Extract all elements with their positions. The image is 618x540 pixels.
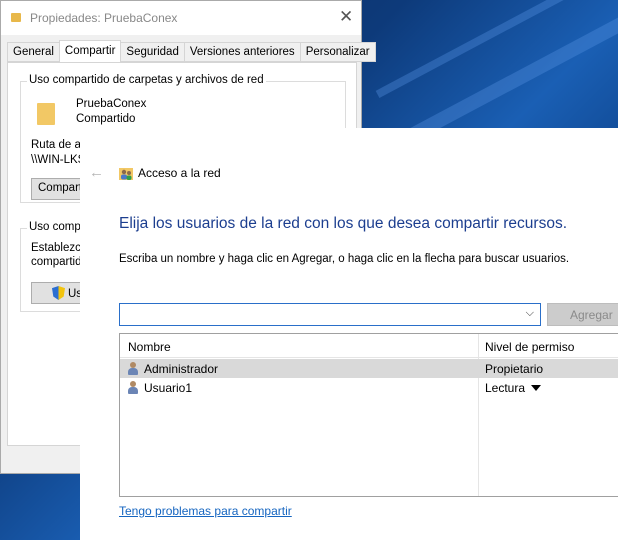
user-name-combobox[interactable]: ⌵ [119, 303, 541, 326]
close-icon[interactable]: ✕ [339, 7, 353, 27]
tab-seguridad[interactable]: Seguridad [120, 42, 185, 62]
tab-versiones-anteriores[interactable]: Versiones anteriores [183, 42, 301, 62]
uac-shield-icon [52, 286, 65, 300]
column-header-name[interactable]: Nombre [128, 340, 171, 354]
dialog-title: Acceso a la red [138, 166, 221, 180]
folder-status: Compartido [76, 113, 136, 125]
network-users-icon [119, 168, 133, 180]
add-button[interactable]: Agregar [547, 303, 618, 326]
network-access-dialog: ← Acceso a la red Elija los usuarios de … [80, 128, 618, 540]
advanced-description: Establezca [31, 242, 88, 254]
list-header: Nombre Nivel de permiso [120, 334, 618, 358]
user-icon [128, 381, 138, 394]
dropdown-arrow-icon[interactable] [531, 385, 542, 391]
permission-level: Propietario [485, 362, 544, 376]
window-title: Propiedades: PruebaConex [30, 11, 178, 25]
back-arrow-icon[interactable]: ← [89, 164, 104, 181]
folder-icon [11, 13, 21, 22]
properties-titlebar: Propiedades: PruebaConex ✕ [1, 1, 361, 35]
chevron-down-icon[interactable]: ⌵ [526, 307, 534, 320]
path-value: \\WIN-LKS [31, 154, 86, 166]
column-header-permission[interactable]: Nivel de permiso [485, 340, 574, 354]
user-name: Administrador [144, 362, 219, 376]
group-label: Uso compartido de carpetas y archivos de… [27, 74, 266, 86]
path-label: Ruta de ac [31, 139, 87, 151]
list-item[interactable]: Administrador Propietario [120, 359, 618, 378]
list-item[interactable]: Usuario1 Lectura [120, 378, 618, 397]
user-icon [128, 362, 138, 375]
users-permissions-list: Nombre Nivel de permiso Administrador Pr… [119, 333, 618, 497]
folder-icon [37, 103, 55, 125]
dialog-instructions: Escriba un nombre y haga clic en Agregar… [119, 253, 570, 265]
tab-bar: General Compartir Seguridad Versiones an… [7, 40, 376, 62]
dialog-heading: Elija los usuarios de la red con los que… [119, 215, 568, 232]
tab-personalizar[interactable]: Personalizar [299, 42, 376, 62]
help-link[interactable]: Tengo problemas para compartir [119, 504, 292, 518]
tab-general[interactable]: General [7, 42, 60, 62]
user-name: Usuario1 [144, 381, 193, 395]
permission-dropdown[interactable]: Lectura [485, 381, 542, 395]
folder-name: PruebaConex [76, 98, 147, 110]
tab-compartir[interactable]: Compartir [58, 40, 122, 62]
permission-level: Lectura [485, 381, 526, 395]
